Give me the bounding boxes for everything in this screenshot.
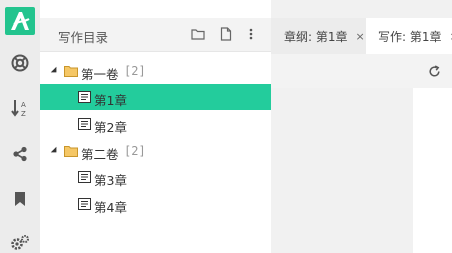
more-icon[interactable] (243, 26, 259, 42)
expand-caret-icon[interactable] (50, 146, 60, 156)
tree-chapter-2[interactable]: 第2章 (40, 111, 271, 137)
volume-count: [2] (124, 144, 146, 158)
editor-document[interactable] (413, 88, 452, 253)
chapter-label: 第4章 (94, 200, 127, 215)
svg-text:A: A (21, 101, 26, 109)
tree-chapter-1[interactable]: 第1章 (40, 84, 271, 110)
document-icon (78, 198, 91, 213)
close-icon[interactable]: × (356, 30, 365, 43)
tree-volume-2[interactable]: 第二卷 [2] (40, 138, 271, 164)
lifebuoy-icon[interactable] (8, 51, 32, 75)
app-logo-icon[interactable] (5, 7, 35, 35)
editor-gutter (271, 88, 413, 253)
directory-panel: 写作目录 第一卷 [2] 第1章 第2章 第二卷 [2] 第3章 第4章 (40, 0, 271, 253)
chapter-label: 第3章 (94, 173, 127, 188)
directory-header: 写作目录 (40, 18, 271, 52)
tab-label: 写作: 第1章 (378, 29, 442, 44)
document-icon (78, 91, 91, 106)
new-folder-icon[interactable] (190, 26, 206, 42)
folder-icon (64, 145, 78, 160)
folder-icon (64, 65, 78, 80)
expand-caret-icon[interactable] (50, 66, 60, 76)
bookmark-icon[interactable] (8, 187, 32, 211)
tab-label: 章纲: 第1章 (284, 29, 348, 44)
editor-tab-bar: 章纲: 第1章 × 写作: 第1章 × (271, 18, 452, 54)
volume-label: 第二卷 (81, 147, 119, 162)
share-icon[interactable] (8, 142, 32, 166)
left-sidebar: A Z (0, 0, 40, 253)
volume-count: [2] (124, 64, 146, 78)
tree-chapter-3[interactable]: 第3章 (40, 164, 271, 190)
chapter-label: 第2章 (94, 120, 127, 135)
refresh-icon[interactable] (426, 63, 442, 79)
new-file-icon[interactable] (218, 26, 234, 42)
editor-toolbar (271, 54, 452, 88)
tree-volume-1[interactable]: 第一卷 [2] (40, 58, 271, 84)
chapter-label: 第1章 (94, 93, 127, 108)
sort-az-icon[interactable]: A Z (8, 96, 32, 120)
tab-outline-chapter-1[interactable]: 章纲: 第1章 × (271, 18, 366, 54)
tab-writing-chapter-1[interactable]: 写作: 第1章 × (366, 18, 452, 54)
svg-text:Z: Z (21, 110, 26, 118)
directory-title: 写作目录 (58, 30, 109, 45)
settings-icon[interactable] (8, 231, 32, 253)
document-icon (78, 171, 91, 186)
document-icon (78, 118, 91, 133)
tree-chapter-4[interactable]: 第4章 (40, 191, 271, 217)
volume-label: 第一卷 (81, 67, 119, 82)
